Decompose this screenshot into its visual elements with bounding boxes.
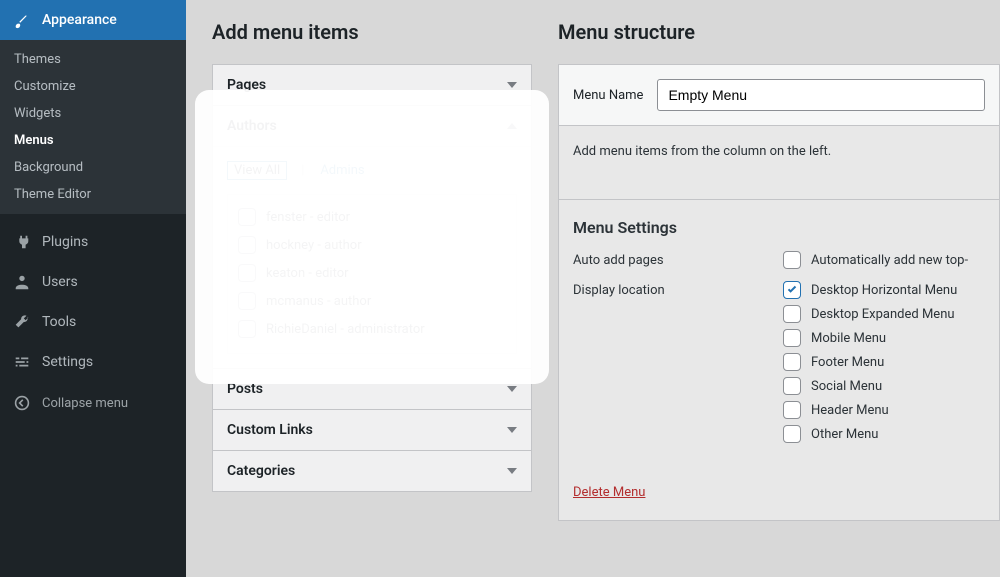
- collapse-icon: [12, 393, 32, 413]
- add-menu-items-column: Add menu items Pages Authors View All |: [212, 20, 532, 577]
- author-item: mcmanus - author: [266, 294, 371, 309]
- authors-panel: View All | Admins fenster - editor hockn…: [213, 146, 531, 368]
- checkbox[interactable]: [238, 320, 256, 338]
- sidebar-appearance-label: Appearance: [42, 12, 117, 28]
- auto-add-label: Auto add pages: [573, 251, 763, 269]
- author-item: RichieDaniel - administrator: [266, 322, 425, 337]
- sliders-icon: [12, 352, 32, 372]
- sidebar-sub-background[interactable]: Background: [0, 154, 186, 181]
- location-label: Desktop Horizontal Menu: [811, 283, 957, 298]
- menu-name-label: Menu Name: [573, 88, 643, 103]
- sidebar-settings-label: Settings: [42, 354, 93, 370]
- sidebar-sub-widgets[interactable]: Widgets: [0, 100, 186, 127]
- sidebar-sub-themes[interactable]: Themes: [0, 46, 186, 73]
- accordion-posts-label: Posts: [227, 381, 263, 397]
- checkbox[interactable]: [238, 236, 256, 254]
- sidebar-item-plugins[interactable]: Plugins: [0, 222, 186, 262]
- menu-structure-heading: Menu structure: [558, 20, 1000, 44]
- tab-admins[interactable]: Admins: [318, 161, 366, 180]
- chevron-up-icon: [507, 123, 517, 129]
- menu-structure-column: Menu structure Menu Name Add menu items …: [558, 20, 1000, 577]
- display-locations-list: Desktop Horizontal Menu Desktop Expanded…: [783, 281, 957, 443]
- sidebar-sub-theme-editor[interactable]: Theme Editor: [0, 181, 186, 208]
- users-icon: [12, 272, 32, 292]
- sidebar-collapse[interactable]: Collapse menu: [0, 386, 186, 420]
- author-item: keaton - editor: [266, 266, 349, 281]
- checkbox-auto-add[interactable]: [783, 251, 801, 269]
- accordion-categories-label: Categories: [227, 463, 295, 479]
- sidebar-plugins-label: Plugins: [42, 234, 88, 250]
- authors-tabs: View All | Admins: [227, 161, 517, 180]
- chevron-down-icon: [507, 427, 517, 433]
- brush-icon: [12, 10, 32, 30]
- content-area: Add menu items Pages Authors View All |: [186, 0, 1000, 577]
- sidebar-sub-menus[interactable]: Menus: [0, 127, 186, 154]
- menu-name-input[interactable]: [657, 79, 985, 111]
- accordion-pages[interactable]: Pages: [213, 65, 531, 105]
- menu-item-accordion: Pages Authors View All | Admins: [212, 64, 532, 492]
- add-items-heading: Add menu items: [212, 20, 532, 44]
- location-label: Mobile Menu: [811, 331, 886, 346]
- chevron-down-icon: [507, 468, 517, 474]
- sidebar-collapse-label: Collapse menu: [42, 396, 128, 411]
- sidebar-item-settings[interactable]: Settings: [0, 342, 186, 382]
- accordion-authors[interactable]: Authors: [213, 106, 531, 146]
- menu-name-row: Menu Name: [559, 65, 999, 126]
- display-location-label: Display location: [573, 281, 763, 443]
- location-label: Social Menu: [811, 379, 882, 394]
- checkbox-location[interactable]: [783, 353, 801, 371]
- sidebar-item-users[interactable]: Users: [0, 262, 186, 302]
- wrench-icon: [12, 312, 32, 332]
- accordion-authors-label: Authors: [227, 118, 277, 134]
- sidebar-item-appearance[interactable]: Appearance: [0, 0, 186, 40]
- admin-sidebar: Appearance Themes Customize Widgets Menu…: [0, 0, 186, 577]
- authors-list: fenster - editor hockney - author keaton…: [227, 194, 517, 354]
- author-item: hockney - author: [266, 238, 362, 253]
- author-item: fenster - editor: [266, 210, 350, 225]
- checkbox-location[interactable]: [783, 281, 801, 299]
- menu-settings: Menu Settings Auto add pages Automatical…: [559, 200, 999, 485]
- auto-add-option: Automatically add new top-: [811, 253, 968, 268]
- location-label: Footer Menu: [811, 355, 884, 370]
- chevron-down-icon: [507, 82, 517, 88]
- sidebar-appearance-submenu: Themes Customize Widgets Menus Backgroun…: [0, 40, 186, 214]
- chevron-down-icon: [507, 386, 517, 392]
- sidebar-sub-customize[interactable]: Customize: [0, 73, 186, 100]
- accordion-posts[interactable]: Posts: [213, 369, 531, 409]
- checkbox-location[interactable]: [783, 377, 801, 395]
- checkbox-location[interactable]: [783, 401, 801, 419]
- accordion-categories[interactable]: Categories: [213, 451, 531, 491]
- checkbox[interactable]: [238, 292, 256, 310]
- location-label: Desktop Expanded Menu: [811, 307, 955, 322]
- tab-separator: |: [301, 163, 304, 178]
- accordion-pages-label: Pages: [227, 77, 266, 93]
- location-label: Other Menu: [811, 427, 878, 442]
- sidebar-item-tools[interactable]: Tools: [0, 302, 186, 342]
- accordion-custom-links[interactable]: Custom Links: [213, 410, 531, 450]
- delete-menu-row: Delete Menu: [559, 485, 999, 520]
- menu-instruction: Add menu items from the column on the le…: [559, 126, 999, 200]
- accordion-custom-links-label: Custom Links: [227, 422, 313, 438]
- checkbox[interactable]: [238, 264, 256, 282]
- plug-icon: [12, 232, 32, 252]
- sidebar-tools-label: Tools: [42, 314, 76, 330]
- sidebar-users-label: Users: [42, 274, 78, 290]
- location-label: Header Menu: [811, 403, 889, 418]
- checkbox-location[interactable]: [783, 329, 801, 347]
- checkbox[interactable]: [238, 208, 256, 226]
- delete-menu-link[interactable]: Delete Menu: [573, 485, 645, 500]
- checkbox-location[interactable]: [783, 305, 801, 323]
- menu-settings-heading: Menu Settings: [573, 218, 985, 237]
- tab-view-all[interactable]: View All: [227, 161, 287, 180]
- checkbox-location[interactable]: [783, 425, 801, 443]
- menu-structure-box: Menu Name Add menu items from the column…: [558, 64, 1000, 521]
